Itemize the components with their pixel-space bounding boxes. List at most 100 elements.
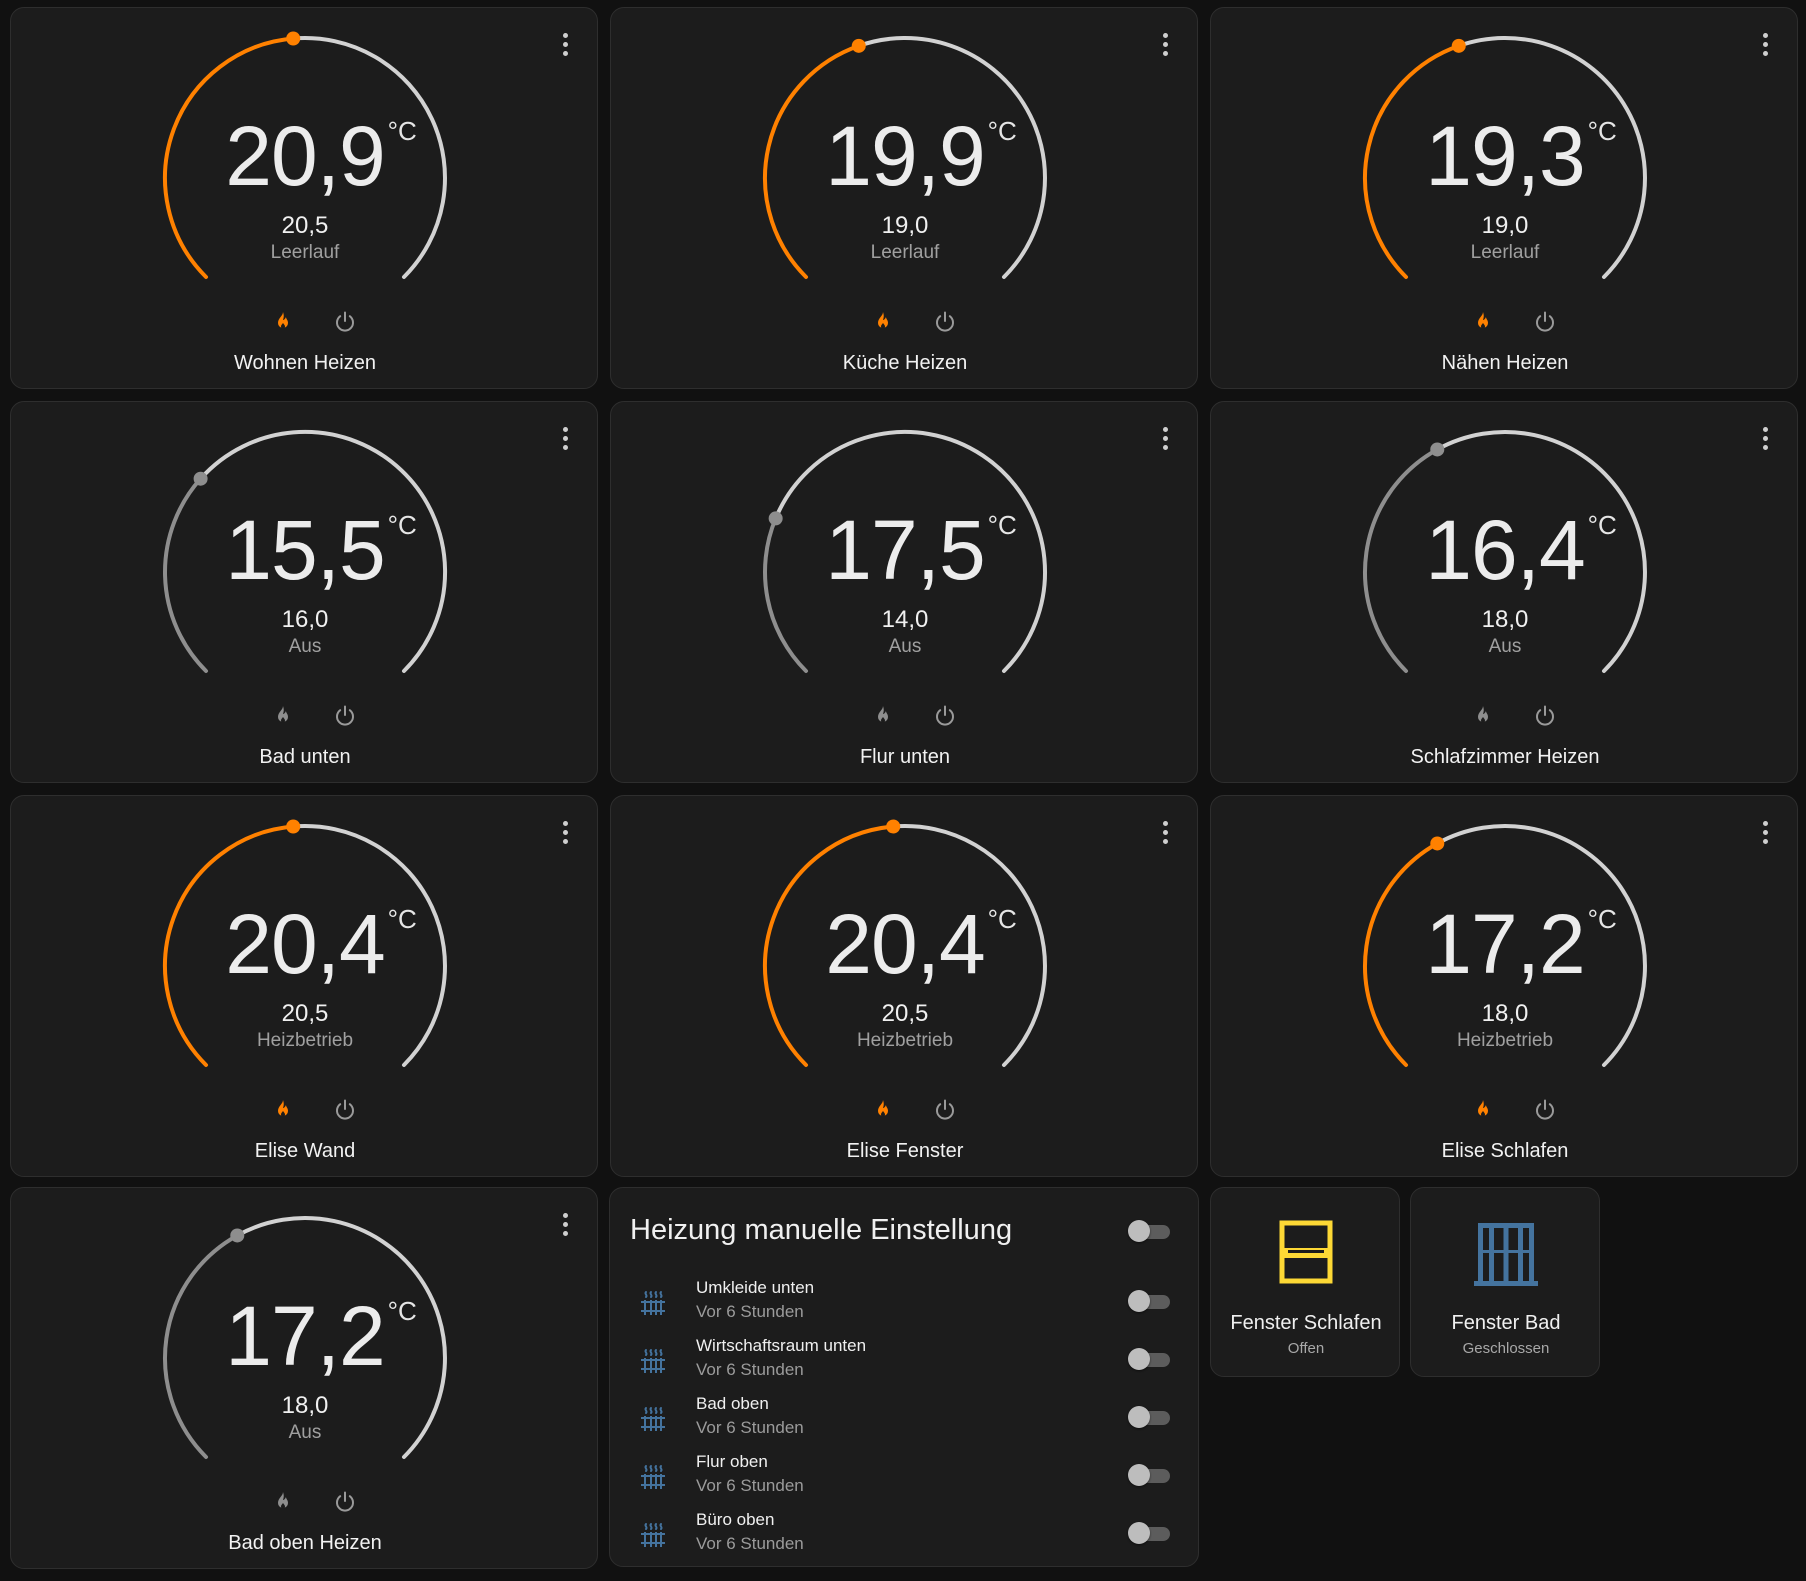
entity-name: Flur oben: [696, 1452, 768, 1471]
entity-toggle[interactable]: [1128, 1348, 1172, 1370]
entity-last-changed: Vor 6 Stunden: [696, 1360, 804, 1379]
more-options-icon[interactable]: [1753, 422, 1777, 454]
more-options-icon[interactable]: [1153, 28, 1177, 60]
target-temperature: 20,5: [281, 1000, 329, 1027]
flame-icon: [278, 312, 288, 329]
hvac-action: Heizbetrieb: [856, 1030, 954, 1051]
dial-target-handle[interactable]: [1451, 38, 1466, 53]
off-mode-button[interactable]: [1529, 306, 1561, 338]
entity-toggle[interactable]: [1128, 1406, 1172, 1428]
more-options-icon[interactable]: [553, 816, 577, 848]
flame-icon: [1478, 706, 1488, 723]
current-temperature: 17,2: [1425, 897, 1585, 991]
thermostat-name: Nähen Heizen: [1441, 352, 1569, 374]
thermostat-card: 19,3 °C 19,0 Leerlauf Nähen Heizen: [1210, 7, 1798, 389]
entity-last-changed: Vor 6 Stunden: [696, 1476, 804, 1495]
heat-mode-button[interactable]: [867, 1094, 899, 1126]
power-icon: [1533, 1098, 1557, 1122]
more-options-icon[interactable]: [553, 28, 577, 60]
more-options-icon[interactable]: [1753, 816, 1777, 848]
entity-name: Büro oben: [696, 1510, 775, 1529]
entity-toggle[interactable]: [1128, 1522, 1172, 1544]
target-temperature: 20,5: [881, 1000, 929, 1027]
off-mode-button[interactable]: [329, 1094, 361, 1126]
flame-icon: [1478, 1100, 1488, 1117]
heat-mode-button[interactable]: [267, 1486, 299, 1518]
entity-last-changed: Vor 6 Stunden: [696, 1534, 804, 1553]
dial-target-handle[interactable]: [286, 819, 301, 834]
off-mode-button[interactable]: [1529, 1094, 1561, 1126]
heat-mode-button[interactable]: [867, 700, 899, 732]
off-mode-button[interactable]: [1529, 700, 1561, 732]
tile-name: Fenster Bad: [1451, 1312, 1561, 1334]
thermostat-card: 20,4 °C 20,5 Heizbetrieb Elise Wand: [10, 795, 598, 1177]
more-options-icon[interactable]: [553, 1208, 577, 1240]
radiator-icon: [638, 1288, 668, 1318]
thermostat-card: 16,4 °C 18,0 Aus Schlafzimmer Heizen: [1210, 401, 1798, 783]
thermostat-card: 17,5 °C 14,0 Aus Flur unten: [610, 401, 1198, 783]
heat-mode-button[interactable]: [267, 700, 299, 732]
dial-target-handle[interactable]: [1430, 442, 1445, 457]
target-temperature: 18,0: [281, 1392, 329, 1419]
card-title: Heizung manuelle Einstellung: [630, 1214, 1013, 1246]
list-item: Bad oben Vor 6 Stunden: [610, 1390, 1200, 1446]
heat-mode-button[interactable]: [267, 1094, 299, 1126]
dial-target-handle[interactable]: [851, 38, 866, 53]
heat-mode-button[interactable]: [867, 306, 899, 338]
thermostat-card: 20,9 °C 20,5 Leerlauf Wohnen Heizen: [10, 7, 598, 389]
window-sensor-tile[interactable]: Fenster Bad Geschlossen: [1410, 1187, 1600, 1377]
tile-state: Offen: [1287, 1340, 1325, 1357]
dial-target-handle[interactable]: [886, 819, 901, 834]
master-toggle[interactable]: [1128, 1220, 1172, 1242]
thermostat-name: Bad oben Heizen: [228, 1532, 382, 1554]
heat-mode-button[interactable]: [1467, 306, 1499, 338]
flame-icon: [878, 1100, 888, 1117]
temperature-unit: °C: [987, 116, 1017, 146]
thermostat-name: Flur unten: [859, 746, 951, 768]
more-options-icon[interactable]: [553, 422, 577, 454]
temperature-unit: °C: [1587, 904, 1617, 934]
dial-target-handle[interactable]: [230, 1228, 245, 1243]
flame-icon: [278, 1492, 288, 1509]
current-temperature: 19,3: [1425, 109, 1585, 203]
thermostat-card: 20,4 °C 20,5 Heizbetrieb Elise Fenster: [610, 795, 1198, 1177]
entity-toggle[interactable]: [1128, 1464, 1172, 1486]
heat-mode-button[interactable]: [1467, 700, 1499, 732]
off-mode-button[interactable]: [929, 1094, 961, 1126]
temperature-unit: °C: [387, 510, 417, 540]
current-temperature: 19,9: [825, 109, 985, 203]
thermostat-card: 17,2 °C 18,0 Heizbetrieb Elise Schlafen: [1210, 795, 1798, 1177]
more-options-icon[interactable]: [1153, 816, 1177, 848]
dial-target-handle[interactable]: [193, 471, 208, 486]
radiator-icon: [638, 1462, 668, 1492]
heat-mode-button[interactable]: [1467, 1094, 1499, 1126]
entity-toggle[interactable]: [1128, 1290, 1172, 1312]
hvac-action: Leerlauf: [270, 242, 340, 263]
more-options-icon[interactable]: [1753, 28, 1777, 60]
hvac-action: Leerlauf: [870, 242, 940, 263]
temperature-unit: °C: [387, 116, 417, 146]
off-mode-button[interactable]: [929, 306, 961, 338]
temperature-unit: °C: [387, 1296, 417, 1326]
off-mode-button[interactable]: [329, 1486, 361, 1518]
thermostat-name: Wohnen Heizen: [234, 352, 376, 374]
heat-mode-button[interactable]: [267, 306, 299, 338]
target-temperature: 19,0: [1481, 212, 1529, 239]
hvac-action: Heizbetrieb: [256, 1030, 354, 1051]
flame-icon: [878, 706, 888, 723]
temperature-unit: °C: [1587, 510, 1617, 540]
radiator-icon: [638, 1346, 668, 1376]
dial-target-handle[interactable]: [1430, 836, 1445, 851]
power-icon: [333, 1098, 357, 1122]
window-sensor-tile[interactable]: Fenster Schlafen Offen: [1210, 1187, 1400, 1377]
manual-heating-card: Heizung manuelle Einstellung Umkleide un…: [609, 1187, 1199, 1567]
off-mode-button[interactable]: [329, 306, 361, 338]
power-icon: [333, 1490, 357, 1514]
entity-last-changed: Vor 6 Stunden: [696, 1302, 804, 1321]
target-temperature: 16,0: [281, 606, 329, 633]
thermostat-name: Elise Wand: [254, 1140, 356, 1162]
more-options-icon[interactable]: [1153, 422, 1177, 454]
off-mode-button[interactable]: [929, 700, 961, 732]
dial-target-handle[interactable]: [286, 31, 301, 46]
off-mode-button[interactable]: [329, 700, 361, 732]
